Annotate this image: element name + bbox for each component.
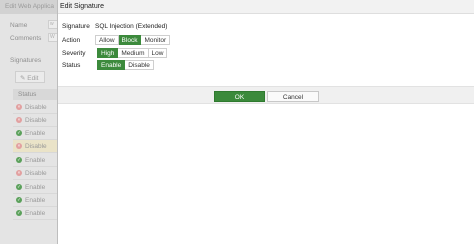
check-icon: ✓ xyxy=(16,184,22,190)
table-row[interactable]: ✓ Enable xyxy=(13,127,60,140)
table-row[interactable]: × Disable xyxy=(13,167,60,180)
edit-signature-dialog: Edit Signature Signature SQL Injection (… xyxy=(57,0,474,244)
table-header-status: Status xyxy=(13,89,60,100)
check-icon: ✓ xyxy=(16,130,22,136)
table-row[interactable]: × Disable xyxy=(13,101,60,114)
action-allow-option[interactable]: Allow xyxy=(95,35,119,45)
table-row[interactable]: × Disable xyxy=(13,140,60,153)
signatures-heading: Signatures xyxy=(10,57,42,64)
status-text: Disable xyxy=(25,117,47,124)
status-text: Enable xyxy=(25,197,46,204)
disabled-icon: × xyxy=(16,117,22,123)
severity-high-option[interactable]: High xyxy=(97,48,119,58)
action-block-option[interactable]: Block xyxy=(118,35,142,45)
severity-low-option[interactable]: Low xyxy=(148,48,168,58)
severity-toggle: High Medium Low xyxy=(97,48,168,58)
status-text: Enable xyxy=(25,184,46,191)
status-text: Disable xyxy=(25,170,47,177)
dialog-footer: OK Cancel xyxy=(58,86,474,104)
status-label: Status xyxy=(62,62,81,69)
status-text: Disable xyxy=(25,104,47,111)
dialog-title: Edit Signature xyxy=(58,0,474,14)
status-text: Enable xyxy=(25,210,46,217)
disabled-icon: × xyxy=(16,170,22,176)
cancel-button[interactable]: Cancel xyxy=(267,91,319,102)
signature-label: Signature xyxy=(62,23,90,30)
table-row[interactable]: ✓ Enable xyxy=(13,154,60,167)
check-icon: ✓ xyxy=(16,210,22,216)
disabled-icon: × xyxy=(16,104,22,110)
signature-value: SQL Injection (Extended) xyxy=(95,23,168,30)
comments-label: Comments xyxy=(10,35,42,42)
table-row[interactable]: ✓ Enable xyxy=(13,207,60,220)
table-row[interactable]: × Disable xyxy=(13,114,60,127)
action-monitor-option[interactable]: Monitor xyxy=(141,35,171,45)
edit-label: Edit xyxy=(27,75,39,82)
check-icon: ✓ xyxy=(16,157,22,163)
edit-button[interactable]: ✎ Edit xyxy=(15,71,45,83)
severity-medium-option[interactable]: Medium xyxy=(118,48,149,58)
status-text: Enable xyxy=(25,157,46,164)
status-text: Disable xyxy=(25,143,47,150)
severity-label: Severity xyxy=(62,50,86,57)
ok-button[interactable]: OK xyxy=(214,91,265,102)
name-label: Name xyxy=(10,22,28,29)
status-text: Enable xyxy=(25,130,46,137)
status-disable-option[interactable]: Disable xyxy=(125,60,154,70)
background-window-title: Edit Web Applica xyxy=(0,0,60,14)
status-enable-option[interactable]: Enable xyxy=(97,60,126,70)
status-toggle: Enable Disable xyxy=(97,60,154,70)
action-toggle: Allow Block Monitor xyxy=(95,35,171,45)
check-icon: ✓ xyxy=(16,197,22,203)
disabled-icon: × xyxy=(16,143,22,149)
table-row[interactable]: ✓ Enable xyxy=(13,194,60,207)
table-row[interactable]: ✓ Enable xyxy=(13,181,60,194)
action-label: Action xyxy=(62,37,81,44)
